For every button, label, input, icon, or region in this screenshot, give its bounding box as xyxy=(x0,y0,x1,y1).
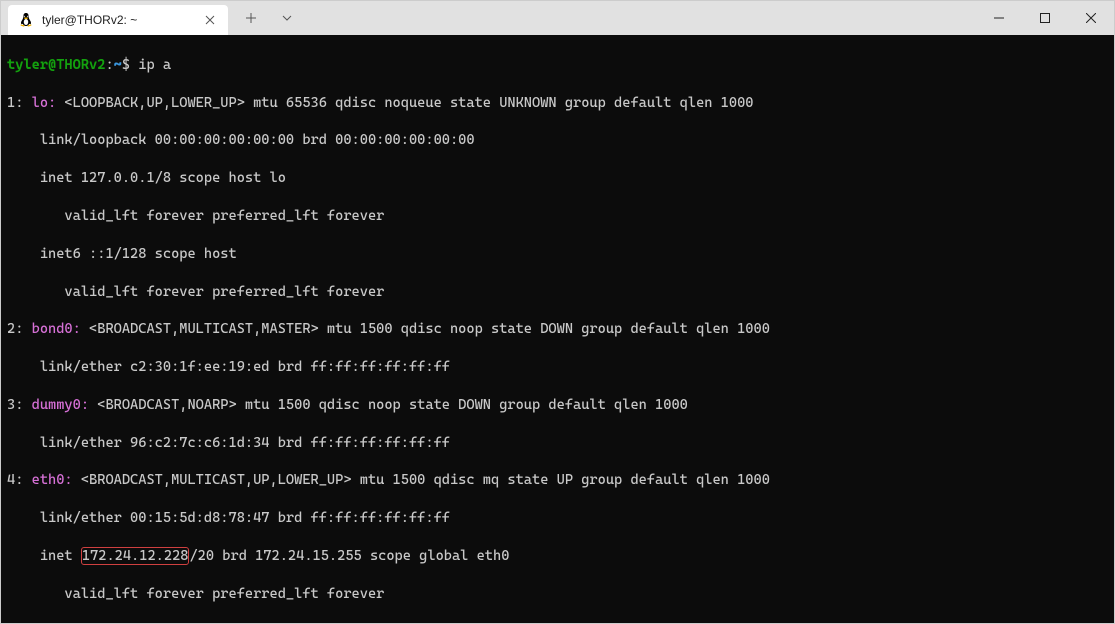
iface-dummy0: dummy0: xyxy=(32,397,98,413)
terminal-line: link/ether 00:15:5d:d8:78:47 brd ff:ff:f… xyxy=(7,509,1108,528)
window-controls xyxy=(976,1,1114,35)
terminal-line: valid_lft forever preferred_lft forever xyxy=(7,207,1108,226)
terminal-line: 2: bond0: <BROADCAST,MULTICAST,MASTER> m… xyxy=(7,320,1108,339)
iface-eth0: eth0: xyxy=(32,472,81,488)
iface-lo: lo: xyxy=(32,95,65,111)
terminal-line: link/ether 96:c2:7c:c6:1d:34 brd ff:ff:f… xyxy=(7,434,1108,453)
terminal-line: inet 172.24.12.228/20 brd 172.24.15.255 … xyxy=(7,547,1108,566)
command-text: ip a xyxy=(138,57,171,73)
prompt-sep: : xyxy=(105,57,113,73)
maximize-button[interactable] xyxy=(1022,1,1068,35)
minimize-button[interactable] xyxy=(976,1,1022,35)
tux-icon xyxy=(18,12,34,28)
dropdown-button[interactable] xyxy=(272,3,302,33)
terminal-line: link/loopback 00:00:00:00:00:00 brd 00:0… xyxy=(7,131,1108,150)
terminal-line: 4: eth0: <BROADCAST,MULTICAST,UP,LOWER_U… xyxy=(7,471,1108,490)
tab-actions xyxy=(236,1,302,35)
highlighted-ip: 172.24.12.228 xyxy=(81,547,190,565)
terminal-line: link/ether c2:30:1f:ee:19:ed brd ff:ff:f… xyxy=(7,358,1108,377)
terminal-line: valid_lft forever preferred_lft forever xyxy=(7,283,1108,302)
terminal-body[interactable]: tyler@THORv2:~$ ip a 1: lo: <LOOPBACK,UP… xyxy=(1,35,1114,623)
terminal-line: inet 127.0.0.1/8 scope host lo xyxy=(7,169,1108,188)
prompt-sym: $ xyxy=(122,57,138,73)
tab-title: tyler@THORv2: ~ xyxy=(42,13,194,27)
iface-bond0: bond0: xyxy=(32,321,89,337)
terminal-line: valid_lft forever preferred_lft forever xyxy=(7,585,1108,604)
close-button[interactable] xyxy=(1068,1,1114,35)
new-tab-button[interactable] xyxy=(236,3,266,33)
title-bar: tyler@THORv2: ~ xyxy=(1,1,1114,35)
terminal-line: 3: dummy0: <BROADCAST,NOARP> mtu 1500 qd… xyxy=(7,396,1108,415)
prompt-path: ~ xyxy=(114,57,122,73)
prompt-user: tyler@THORv2 xyxy=(7,57,105,73)
terminal-line: inet6 ::1/128 scope host xyxy=(7,245,1108,264)
terminal-line: 1: lo: <LOOPBACK,UP,LOWER_UP> mtu 65536 … xyxy=(7,94,1108,113)
tab-terminal[interactable]: tyler@THORv2: ~ xyxy=(8,5,228,35)
terminal-line: tyler@THORv2:~$ ip a xyxy=(7,56,1108,75)
tab-close-icon[interactable] xyxy=(202,12,218,28)
